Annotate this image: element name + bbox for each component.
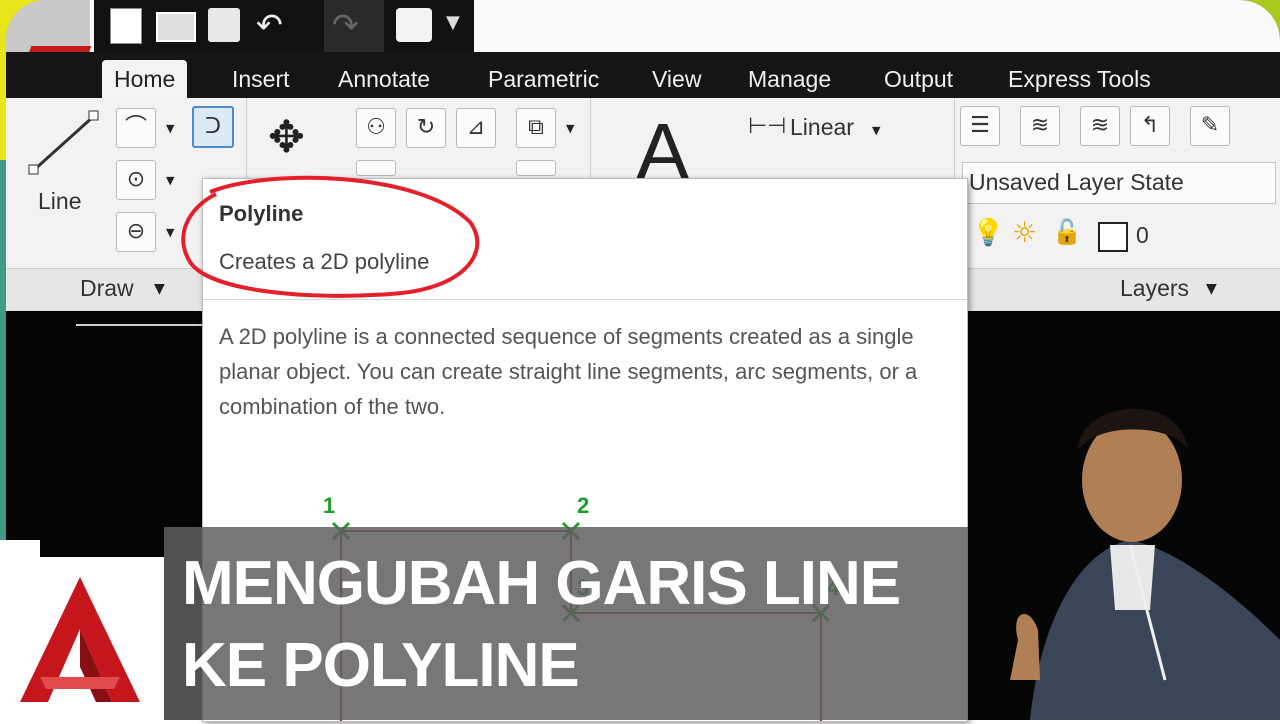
dropdown-icon[interactable]: ▼ (446, 12, 460, 33)
layer-state-dropdown[interactable]: Unsaved Layer State (962, 162, 1276, 204)
copy-button[interactable]: ⚇ (356, 108, 396, 148)
mirror-button[interactable]: ⊿ (456, 108, 496, 148)
banner-title-line1: MENGUBAH GARIS LINE (182, 549, 901, 618)
redo-icon[interactable]: ↷ (324, 0, 384, 52)
layer-states-button[interactable]: ≋ (1020, 106, 1060, 146)
layer-properties-button[interactable]: ☰ (960, 106, 1000, 146)
tab-insert[interactable]: Insert (220, 60, 302, 98)
open-icon[interactable] (156, 12, 196, 42)
new-icon[interactable] (110, 8, 142, 44)
tab-home[interactable]: Home (102, 60, 188, 98)
layer-properties-icon: ☰ (970, 113, 990, 138)
polyline-button[interactable]: ᑐ (192, 106, 234, 148)
copy-icon: ⚇ (366, 115, 386, 140)
ellipse-button[interactable]: ⊖ (116, 212, 156, 252)
array-icon: ⧉ (528, 115, 544, 140)
save-icon[interactable] (208, 8, 240, 42)
layer-edit-button[interactable]: ✎ (1190, 106, 1230, 146)
layer-name-value: 0 (1136, 222, 1149, 248)
quick-access-toolbar: ↶ ↷ ▼ (6, 0, 1280, 86)
linear-label[interactable]: Linear (790, 114, 854, 141)
tab-express-tools[interactable]: Express Tools (996, 60, 1163, 98)
layer-state-label: Unsaved Layer State (969, 169, 1184, 195)
lightbulb-icon[interactable]: 💡 (972, 218, 1004, 248)
rotate-button[interactable]: ↻ (406, 108, 446, 148)
line-icon[interactable] (26, 108, 106, 178)
draw-panel-dropdown-icon[interactable]: ▼ (154, 281, 165, 297)
point-label: 1 (323, 493, 335, 518)
mirror-icon: ⊿ (466, 115, 486, 140)
print-icon[interactable] (396, 8, 432, 42)
circle-dropdown-icon[interactable]: ▼ (166, 174, 174, 187)
arc-dropdown-icon[interactable]: ▼ (166, 122, 174, 135)
ribbon-tab-bar: Home Insert Annotate Parametric View Man… (6, 52, 1280, 98)
fillet-button[interactable] (516, 160, 556, 176)
layers-panel-dropdown-icon[interactable]: ▼ (1206, 281, 1217, 297)
unlock-icon[interactable]: 🔓 (1052, 218, 1082, 246)
layer-previous-icon: ↰ (1140, 113, 1160, 138)
ellipse-dropdown-icon[interactable]: ▼ (166, 226, 174, 239)
app-menu-area (6, 0, 90, 52)
layers-panel-title[interactable]: Layers (1120, 275, 1189, 302)
rotate-icon: ↻ (416, 115, 436, 140)
move-icon[interactable]: ✥ (268, 112, 305, 163)
array-dropdown-icon[interactable]: ▼ (566, 122, 574, 135)
tab-output[interactable]: Output (872, 60, 965, 98)
layer-brush-icon: ≋ (1090, 113, 1110, 138)
sun-icon[interactable]: ☼ (1012, 216, 1037, 249)
polyline-icon: ᑐ (204, 114, 222, 139)
red-circle-annotation (181, 175, 480, 298)
draw-panel-title[interactable]: Draw (80, 275, 134, 302)
undo-icon[interactable]: ↶ (256, 6, 283, 44)
linear-dropdown-icon[interactable]: ▼ (872, 124, 880, 137)
autocad-logo-box (0, 557, 164, 720)
tooltip-description: A 2D polyline is a connected sequence of… (219, 324, 918, 419)
array-button[interactable]: ⧉ (516, 108, 556, 148)
point-label: 2 (577, 493, 589, 518)
layer-edit-icon: ✎ (1200, 113, 1220, 138)
tab-parametric[interactable]: Parametric (476, 60, 611, 98)
layer-match-button[interactable]: ≋ (1080, 106, 1120, 146)
line-button-label[interactable]: Line (38, 188, 81, 215)
circle-button[interactable]: ⊙ (116, 160, 156, 200)
presenter-photo (1010, 408, 1280, 720)
circle-icon: ⊙ (126, 167, 146, 192)
layer-color-swatch[interactable] (1098, 222, 1128, 252)
tab-manage[interactable]: Manage (736, 60, 843, 98)
layer-previous-button[interactable]: ↰ (1130, 106, 1170, 146)
autocad-logo-icon (20, 577, 140, 702)
linear-dimension-icon[interactable]: ⊢⊣ (748, 114, 786, 139)
tab-view[interactable]: View (640, 60, 713, 98)
arc-icon: ⌒ (124, 115, 147, 140)
banner-title-line2: KE POLYLINE (182, 631, 580, 700)
tab-annotate[interactable]: Annotate (326, 60, 442, 98)
ellipse-icon: ⊖ (126, 219, 146, 244)
arc-button[interactable]: ⌒ (116, 108, 156, 148)
layer-stack-icon: ≋ (1030, 113, 1050, 138)
